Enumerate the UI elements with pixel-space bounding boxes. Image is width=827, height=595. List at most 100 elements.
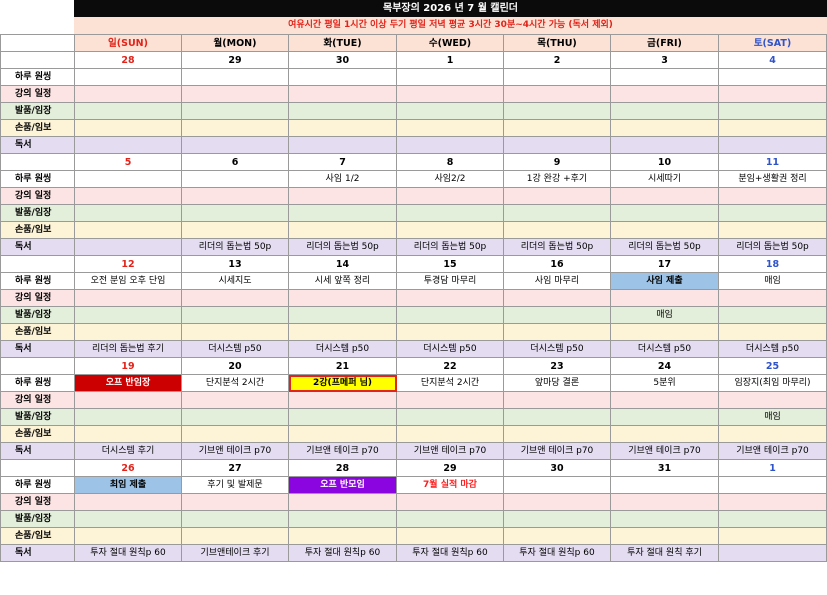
calendar-cell-reading[interactable]: 기브앤 테이크 p70: [181, 442, 289, 460]
calendar-cell-reading[interactable]: 기브앤 테이크 p70: [396, 442, 504, 460]
date-cell[interactable]: 10: [610, 153, 719, 171]
calendar-cell-one-thing[interactable]: [718, 476, 827, 494]
calendar-cell-imbo[interactable]: [181, 527, 289, 545]
calendar-cell-one-thing[interactable]: 임장지(최임 마무리): [718, 374, 827, 392]
calendar-cell-imjang[interactable]: [396, 408, 504, 426]
calendar-cell-imjang[interactable]: [396, 204, 504, 222]
calendar-cell-imbo[interactable]: [74, 119, 182, 137]
date-cell[interactable]: 8: [396, 153, 504, 171]
calendar-cell-reading[interactable]: 기브앤테이크 후기: [181, 544, 289, 562]
calendar-cell-one-thing[interactable]: 5분위: [610, 374, 719, 392]
date-cell[interactable]: 30: [288, 51, 397, 69]
calendar-cell-lecture[interactable]: [181, 85, 289, 103]
calendar-cell-lecture[interactable]: [503, 391, 611, 409]
calendar-cell-imjang[interactable]: [396, 102, 504, 120]
calendar-cell-lecture[interactable]: [610, 493, 719, 511]
calendar-cell-imjang[interactable]: [718, 306, 827, 324]
calendar-cell-lecture[interactable]: [288, 493, 397, 511]
calendar-cell-lecture[interactable]: [181, 493, 289, 511]
date-cell[interactable]: 2: [503, 51, 611, 69]
calendar-cell-one-thing[interactable]: [396, 68, 504, 86]
calendar-cell-lecture[interactable]: [503, 493, 611, 511]
calendar-cell-lecture[interactable]: [74, 493, 182, 511]
date-cell[interactable]: 23: [503, 357, 611, 375]
calendar-cell-imjang[interactable]: [74, 306, 182, 324]
calendar-cell-imjang[interactable]: [288, 306, 397, 324]
calendar-cell-imjang[interactable]: [181, 204, 289, 222]
calendar-cell-imjang[interactable]: [503, 102, 611, 120]
calendar-cell-reading[interactable]: 리더의 돕는법 50p: [288, 238, 397, 256]
calendar-cell-lecture[interactable]: [181, 391, 289, 409]
calendar-cell-one-thing[interactable]: [503, 68, 611, 86]
calendar-cell-one-thing[interactable]: 투경담 마무리: [396, 272, 504, 290]
calendar-cell-reading[interactable]: 더시스템 p50: [610, 340, 719, 358]
calendar-cell-imjang[interactable]: [74, 102, 182, 120]
calendar-cell-imbo[interactable]: [181, 425, 289, 443]
calendar-cell-imjang[interactable]: [181, 510, 289, 528]
calendar-cell-reading[interactable]: 더시스템 p50: [718, 340, 827, 358]
calendar-cell-one-thing[interactable]: 후기 및 발제문: [181, 476, 289, 494]
calendar-cell-lecture[interactable]: [288, 85, 397, 103]
calendar-cell-lecture[interactable]: [503, 187, 611, 205]
calendar-cell-one-thing[interactable]: 오프 반모임: [288, 476, 397, 494]
date-cell[interactable]: 11: [718, 153, 827, 171]
calendar-cell-one-thing[interactable]: [718, 68, 827, 86]
calendar-cell-lecture[interactable]: [288, 391, 397, 409]
date-cell[interactable]: 29: [396, 459, 504, 477]
calendar-cell-imbo[interactable]: [610, 425, 719, 443]
calendar-cell-imjang[interactable]: 매임: [610, 306, 719, 324]
calendar-cell-lecture[interactable]: [74, 391, 182, 409]
calendar-cell-reading[interactable]: [74, 238, 182, 256]
calendar-cell-imjang[interactable]: [503, 408, 611, 426]
calendar-cell-one-thing[interactable]: 시세 앞쪽 정리: [288, 272, 397, 290]
calendar-cell-imjang[interactable]: [396, 510, 504, 528]
calendar-cell-one-thing[interactable]: 앞마당 결론: [503, 374, 611, 392]
calendar-cell-one-thing[interactable]: 사임 제출: [610, 272, 719, 290]
date-cell[interactable]: 15: [396, 255, 504, 273]
calendar-cell-imbo[interactable]: [718, 425, 827, 443]
calendar-cell-lecture[interactable]: [396, 391, 504, 409]
calendar-cell-imjang[interactable]: [503, 306, 611, 324]
calendar-cell-lecture[interactable]: [396, 493, 504, 511]
calendar-cell-imbo[interactable]: [610, 527, 719, 545]
calendar-cell-reading[interactable]: 더시스템 p50: [396, 340, 504, 358]
date-cell[interactable]: 19: [74, 357, 182, 375]
calendar-cell-imbo[interactable]: [503, 527, 611, 545]
date-cell[interactable]: 1: [718, 459, 827, 477]
date-cell[interactable]: 16: [503, 255, 611, 273]
calendar-cell-imjang[interactable]: [288, 510, 397, 528]
calendar-cell-reading[interactable]: [181, 136, 289, 154]
calendar-cell-imbo[interactable]: [181, 119, 289, 137]
date-cell[interactable]: 4: [718, 51, 827, 69]
date-cell[interactable]: 7: [288, 153, 397, 171]
calendar-cell-one-thing[interactable]: [288, 68, 397, 86]
calendar-cell-reading[interactable]: 투자 절대 원칙 후기: [610, 544, 719, 562]
calendar-cell-imbo[interactable]: [610, 221, 719, 239]
calendar-cell-one-thing[interactable]: 매임: [718, 272, 827, 290]
date-cell[interactable]: 20: [181, 357, 289, 375]
calendar-cell-reading[interactable]: 리더의 돕는법 후기: [74, 340, 182, 358]
date-cell[interactable]: 27: [181, 459, 289, 477]
calendar-cell-imjang[interactable]: [74, 204, 182, 222]
calendar-cell-imjang[interactable]: [288, 102, 397, 120]
calendar-cell-reading[interactable]: 기브앤 테이크 p70: [718, 442, 827, 460]
calendar-cell-lecture[interactable]: [288, 289, 397, 307]
calendar-cell-lecture[interactable]: [181, 289, 289, 307]
calendar-cell-imbo[interactable]: [610, 323, 719, 341]
calendar-cell-reading[interactable]: 투자 절대 원칙p 60: [288, 544, 397, 562]
calendar-cell-lecture[interactable]: [396, 187, 504, 205]
calendar-cell-reading[interactable]: 더시스템 후기: [74, 442, 182, 460]
calendar-cell-imjang[interactable]: [610, 510, 719, 528]
calendar-cell-lecture[interactable]: [74, 187, 182, 205]
calendar-cell-reading[interactable]: [288, 136, 397, 154]
calendar-cell-lecture[interactable]: [610, 187, 719, 205]
calendar-cell-one-thing[interactable]: 단지분석 2시간: [181, 374, 289, 392]
calendar-cell-one-thing[interactable]: 7월 실적 마감: [396, 476, 504, 494]
date-cell[interactable]: 5: [74, 153, 182, 171]
calendar-cell-reading[interactable]: [718, 136, 827, 154]
calendar-cell-one-thing[interactable]: [503, 476, 611, 494]
calendar-cell-reading[interactable]: 기브앤 테이크 p70: [610, 442, 719, 460]
calendar-cell-lecture[interactable]: [74, 85, 182, 103]
date-cell[interactable]: 13: [181, 255, 289, 273]
calendar-cell-reading[interactable]: 리더의 돕는법 50p: [181, 238, 289, 256]
